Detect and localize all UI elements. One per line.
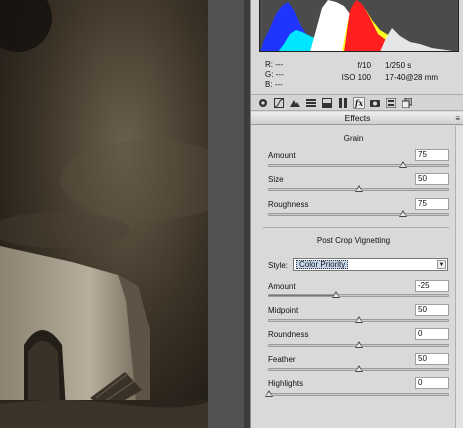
panel-title: Effects ≡	[251, 112, 463, 125]
effects-icon[interactable]: fx	[353, 96, 365, 109]
panel-title-text: Effects	[344, 113, 371, 123]
iso: ISO 100	[341, 73, 371, 82]
shutter-speed: 1/250 s	[385, 61, 412, 70]
grain-amount-label: Amount	[268, 151, 296, 160]
panel-scrollbar[interactable]	[455, 126, 463, 428]
effects-content: Grain Amount 75 Size 50 Roughness 75 Pos…	[251, 126, 456, 428]
panel-menu-icon[interactable]: ≡	[455, 112, 460, 125]
vignette-midpoint-label: Midpoint	[268, 306, 299, 315]
vignette-amount-fill	[269, 295, 337, 296]
vignetting-title: Post Crop Vignetting	[316, 236, 391, 245]
grain-roughness-label: Roughness	[268, 200, 309, 209]
red-readout: R: ---	[265, 60, 284, 69]
grain-amount-thumb[interactable]	[399, 161, 408, 168]
info-readout: R: --- G: --- B: --- f/10 1/250 s ISO 10…	[259, 54, 459, 92]
adjustments-panel: R: --- G: --- B: --- f/10 1/250 s ISO 10…	[250, 0, 463, 428]
grain-size-field[interactable]: 50	[415, 173, 449, 185]
grain-amount-slider[interactable]	[268, 161, 449, 168]
vignette-roundness-label: Roundness	[268, 330, 309, 339]
vignette-amount-thumb[interactable]	[332, 291, 341, 298]
photo-image	[0, 0, 208, 428]
vignette-midpoint-thumb[interactable]	[354, 316, 363, 323]
vignette-amount-label: Amount	[268, 282, 296, 291]
aperture: f/10	[357, 61, 371, 70]
vignette-highlights-thumb[interactable]	[265, 390, 273, 397]
vignette-roundness-field[interactable]: 0	[415, 328, 449, 340]
vignette-midpoint-slider[interactable]	[268, 316, 449, 323]
vignette-feather-field[interactable]: 50	[415, 353, 449, 365]
style-label: Style:	[268, 261, 289, 270]
style-select-value: Color Priority	[296, 260, 349, 269]
style-select[interactable]: Color Priority ▼	[293, 258, 448, 271]
detail-icon[interactable]	[289, 97, 301, 109]
section-divider	[263, 227, 449, 228]
green-readout: G: ---	[265, 70, 284, 79]
chevron-down-icon[interactable]: ▼	[437, 260, 446, 269]
grain-size-label: Size	[268, 175, 284, 184]
grain-title: Grain	[343, 134, 364, 143]
panel-tab-bar: fx	[251, 94, 463, 111]
vignette-feather-thumb[interactable]	[354, 365, 363, 372]
vignette-highlights-label: Highlights	[268, 379, 304, 388]
vignette-amount-slider[interactable]	[268, 291, 449, 298]
grain-roughness-slider[interactable]	[268, 210, 449, 217]
tone-curve-icon[interactable]	[273, 97, 285, 109]
grain-size-thumb[interactable]	[354, 185, 363, 192]
vignette-feather-label: Feather	[268, 355, 296, 364]
grain-amount-field[interactable]: 75	[415, 149, 449, 161]
camera-calibration-icon[interactable]	[369, 97, 381, 109]
vignette-roundness-thumb[interactable]	[354, 341, 363, 348]
lens-focal: 17-40@28 mm	[385, 73, 439, 82]
vignette-midpoint-field[interactable]: 50	[415, 304, 449, 316]
exif-readout: f/10 1/250 s ISO 100 17-40@28 mm	[331, 60, 438, 84]
grain-size-slider[interactable]	[268, 185, 449, 192]
histogram	[259, 0, 459, 52]
vignette-roundness-slider[interactable]	[268, 341, 449, 348]
presets-icon[interactable]	[385, 97, 397, 109]
snapshots-icon[interactable]	[401, 97, 413, 109]
vignette-feather-slider[interactable]	[268, 365, 449, 372]
hsl-icon[interactable]	[305, 97, 317, 109]
grain-roughness-field[interactable]: 75	[415, 198, 449, 210]
split-toning-icon[interactable]	[321, 97, 333, 109]
rgb-readout: R: --- G: --- B: ---	[265, 60, 284, 90]
vignette-highlights-slider[interactable]	[265, 390, 449, 397]
vignette-amount-field[interactable]: -25	[415, 280, 449, 292]
basic-icon[interactable]	[257, 97, 269, 109]
vignette-highlights-field[interactable]: 0	[415, 377, 449, 389]
grain-roughness-thumb[interactable]	[399, 210, 408, 217]
lens-corrections-icon[interactable]	[337, 97, 349, 109]
blue-readout: B: ---	[265, 80, 283, 89]
photo-preview[interactable]	[0, 0, 208, 428]
